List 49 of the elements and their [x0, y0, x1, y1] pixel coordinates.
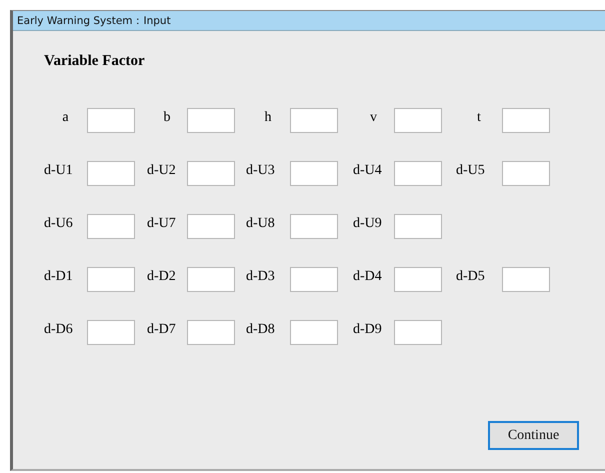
- input-field[interactable]: [502, 161, 550, 186]
- field-label: d-U5: [456, 162, 486, 178]
- field-label: d-D6: [44, 322, 74, 338]
- field-label: d-D5: [456, 268, 486, 284]
- field-label: a: [61, 110, 70, 126]
- input-field[interactable]: [87, 267, 135, 292]
- input-field[interactable]: [187, 214, 235, 239]
- field-label: d-D2: [147, 268, 177, 284]
- input-field[interactable]: [290, 108, 338, 133]
- field-label: d-D7: [147, 322, 177, 338]
- field-label: d-D8: [246, 322, 276, 338]
- field-label: d-U9: [353, 216, 383, 232]
- input-field[interactable]: [87, 214, 135, 239]
- input-field[interactable]: [502, 108, 550, 133]
- input-field[interactable]: [187, 108, 235, 133]
- input-field[interactable]: [87, 320, 135, 345]
- field-label: d-U1: [44, 162, 74, 178]
- input-field[interactable]: [394, 320, 442, 345]
- field-label: d-D3: [246, 268, 276, 284]
- input-field[interactable]: [394, 161, 442, 186]
- field-label: d-D4: [353, 268, 383, 284]
- input-field[interactable]: [187, 267, 235, 292]
- input-field[interactable]: [87, 108, 135, 133]
- input-field[interactable]: [502, 267, 550, 292]
- input-field[interactable]: [187, 161, 235, 186]
- field-label: t: [476, 110, 482, 126]
- continue-button[interactable]: Continue: [488, 421, 579, 450]
- input-field[interactable]: [290, 214, 338, 239]
- input-field[interactable]: [290, 161, 338, 186]
- input-field[interactable]: [290, 267, 338, 292]
- field-label: v: [369, 110, 378, 126]
- field-label: h: [264, 110, 272, 126]
- field-label: d-U8: [246, 216, 276, 232]
- input-field[interactable]: [394, 108, 442, 133]
- section-heading: Variable Factor: [44, 53, 146, 70]
- field-label: d-U7: [147, 216, 177, 232]
- field-label: d-U4: [353, 162, 383, 178]
- field-label: d-U3: [246, 162, 276, 178]
- input-field[interactable]: [87, 161, 135, 186]
- field-label: b: [162, 110, 172, 126]
- field-label: d-D9: [353, 322, 383, 338]
- input-field[interactable]: [290, 320, 338, 345]
- input-field[interactable]: [394, 214, 442, 239]
- input-field[interactable]: [394, 267, 442, 292]
- window-title: Early Warning System：Input: [17, 14, 171, 28]
- input-field[interactable]: [187, 320, 235, 345]
- field-label: d-U2: [147, 162, 177, 178]
- field-label: d-D1: [44, 268, 74, 284]
- field-label: d-U6: [44, 216, 74, 232]
